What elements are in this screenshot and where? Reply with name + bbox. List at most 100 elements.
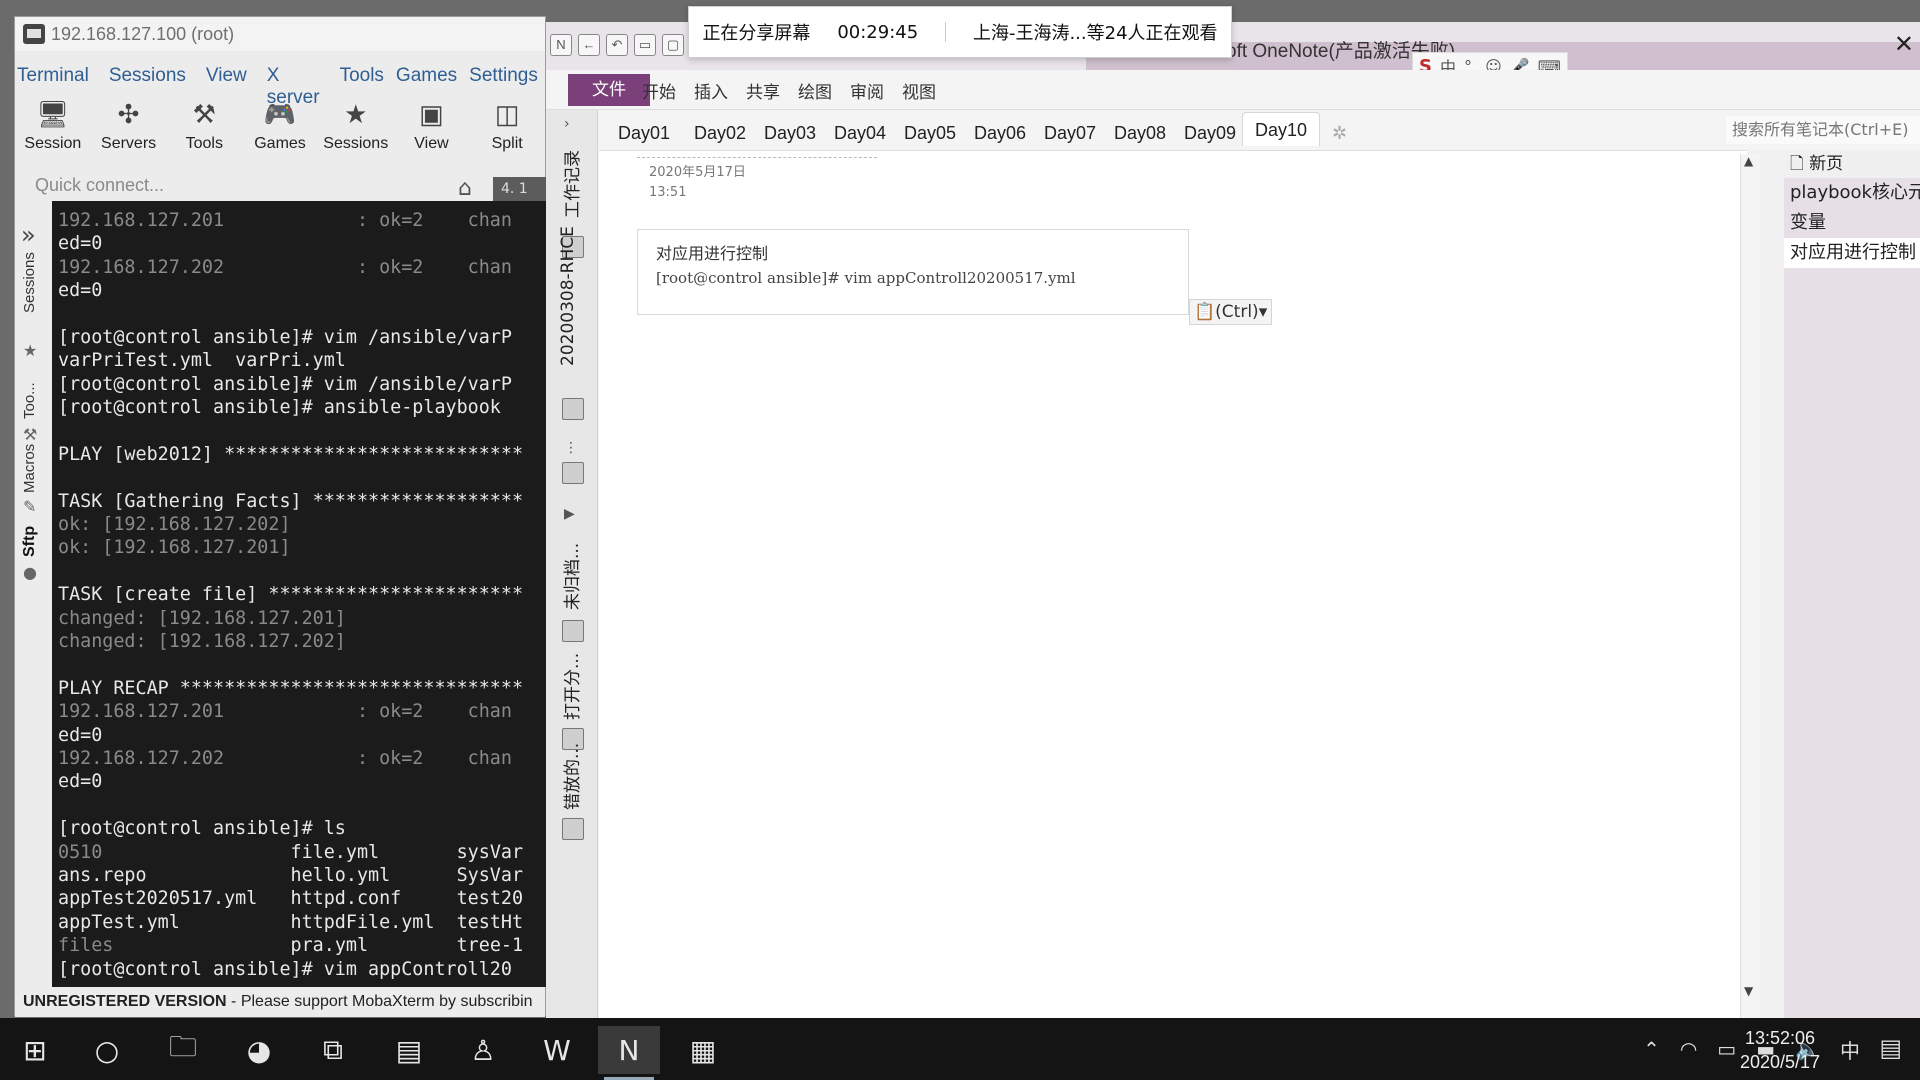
word-taskbar[interactable]: W — [526, 1026, 588, 1074]
moba-status-bar: UNREGISTERED VERSION - Please support Mo… — [15, 987, 545, 1017]
notebook-open-sections[interactable]: 打开分... — [558, 653, 583, 720]
new-page-button[interactable]: 🗋 新页 — [1784, 150, 1920, 178]
section-tab-day03[interactable]: Day03 — [752, 116, 828, 150]
close-icon[interactable]: ✕ — [1894, 30, 1914, 58]
section-tab-day07[interactable]: Day07 — [1032, 116, 1108, 150]
dock-icon[interactable]: ▭ — [634, 34, 656, 56]
add-section-icon[interactable]: ✲ — [1320, 116, 1359, 150]
page-date-time: 2020年5月17日 13:51 — [649, 163, 746, 203]
capture-taskbar[interactable]: ▦ — [672, 1026, 734, 1074]
tab-review[interactable]: 审阅 — [850, 78, 884, 103]
notebook-misplaced[interactable]: 错放的... — [558, 743, 583, 810]
app-taskbar[interactable]: ♙ — [452, 1026, 514, 1074]
tab-view[interactable]: 视图 — [902, 78, 936, 103]
vmware-taskbar[interactable]: ⧉ — [302, 1026, 364, 1074]
sessions-button[interactable]: ★ Sessions — [318, 95, 394, 167]
notebook-unfiled[interactable]: 未归档... — [558, 543, 583, 610]
wifi-icon[interactable]: ◠ — [1680, 1037, 1697, 1061]
onenote-taskbar[interactable]: N — [598, 1026, 660, 1080]
view-button[interactable]: ▣ View — [394, 95, 470, 167]
menu-games[interactable]: Games — [394, 65, 459, 91]
start-button[interactable]: ⊞ — [4, 1026, 66, 1074]
note-container[interactable]: 对应用进行控制 [root@control ansible]# vim appC… — [637, 229, 1189, 315]
mobaxterm-taskbar[interactable]: ▤ — [378, 1026, 440, 1074]
macros-side-icon: ✎ — [23, 497, 37, 516]
support-message[interactable]: - Please support MobaXterm by subscribin — [231, 993, 532, 1010]
expand-notebooks-icon[interactable]: › — [564, 116, 570, 132]
split-button[interactable]: ◫ Split — [469, 95, 545, 167]
screen-capture-icon: ▦ — [689, 1033, 717, 1067]
macros-side-tab[interactable]: Macros — [21, 444, 38, 493]
search-button[interactable]: ○ — [76, 1026, 138, 1074]
section-tab-day08[interactable]: Day08 — [1102, 116, 1178, 150]
note-page[interactable]: 2020年5月17日 13:51 对应用进行控制 [root@control a… — [599, 150, 1747, 1018]
share-viewers[interactable]: 上海-王海涛...等24人正在观看 — [973, 19, 1218, 45]
title-underline — [637, 157, 877, 158]
mobaxterm-window: 192.168.127.100 (root) Terminal Sessions… — [14, 16, 547, 1017]
menu-x-server[interactable]: X server — [265, 65, 322, 108]
split-icon: ◫ — [494, 98, 520, 129]
firefox-taskbar[interactable]: ◕ — [228, 1026, 290, 1074]
home-tab-icon[interactable]: ⌂ — [435, 173, 495, 203]
menu-sessions[interactable]: Sessions — [107, 65, 188, 91]
menu-view[interactable]: View — [204, 65, 249, 91]
tools-side-tab[interactable]: Too... — [21, 382, 38, 419]
expand-arrow-icon[interactable]: ▶ — [564, 506, 575, 522]
notification-center-icon[interactable]: ▤ — [1879, 1034, 1902, 1062]
menu-settings[interactable]: Settings — [467, 65, 540, 91]
section-tab-day04[interactable]: Day04 — [822, 116, 898, 150]
more-icon[interactable]: ⋮ — [564, 440, 578, 456]
tab-draw[interactable]: 绘图 — [798, 78, 832, 103]
fullpage-icon[interactable]: ▢ — [662, 34, 684, 56]
quick-connect-input[interactable]: Quick connect... — [15, 169, 395, 201]
ime-indicator[interactable]: 中 — [1840, 1035, 1860, 1064]
terminal-line: ed=0 — [58, 771, 103, 793]
note-command-text[interactable]: [root@control ansible]# vim appControll2… — [656, 266, 1188, 290]
menu-tools[interactable]: Tools — [338, 65, 386, 91]
tab-share[interactable]: 共享 — [746, 78, 780, 103]
search-notebooks-input[interactable]: 搜索所有笔记本(Ctrl+E) ⌕ — [1726, 116, 1920, 144]
taskbar-clock[interactable]: 13:52:06 2020/5/17 — [1728, 1026, 1832, 1074]
note-title-text[interactable]: 对应用进行控制 — [656, 242, 1188, 266]
sftp-side-tab[interactable]: Sftp — [21, 526, 39, 557]
page-scrollbar[interactable]: ▲ ▼ — [1740, 154, 1760, 1022]
tab-insert[interactable]: 插入 — [694, 78, 728, 103]
terminal-line: TASK [Gathering Facts] *****************… — [58, 490, 524, 512]
terminal-file-entries: file.yml sysVar — [102, 841, 524, 863]
menu-terminal[interactable]: Terminal — [15, 65, 91, 91]
terminal-line: changed: [192.168.127.202] — [58, 631, 346, 653]
undo-icon[interactable]: ↶ — [606, 34, 628, 56]
tab-home[interactable]: 开始 — [642, 78, 676, 103]
unfiled-icon — [562, 620, 584, 642]
section-tab-day01[interactable]: Day01 — [606, 116, 682, 150]
section-tab-day06[interactable]: Day06 — [962, 116, 1038, 150]
paste-options-button[interactable]: 📋(Ctrl)▾ — [1189, 299, 1273, 325]
back-icon[interactable]: ← — [578, 34, 600, 56]
servers-button[interactable]: ✣ Servers — [91, 95, 167, 167]
session-button[interactable]: 🖥 Session — [15, 95, 91, 167]
games-button[interactable]: 🎮 Games — [242, 95, 318, 167]
scroll-up-icon[interactable]: ▲ — [1744, 154, 1753, 168]
section-tab-day02[interactable]: Day02 — [682, 116, 758, 150]
notebook-rhce[interactable]: 20200308-RHCE — [558, 226, 578, 366]
terminal-line: PLAY RECAP *****************************… — [58, 677, 524, 699]
scroll-down-icon[interactable]: ▼ — [1744, 984, 1753, 998]
terminal-output[interactable]: 192.168.127.201 : ok=2 chan ed=0 192.168.1… — [52, 201, 547, 987]
sessions-side-tab[interactable]: Sessions — [21, 252, 38, 313]
moba-window-title: 192.168.127.100 (root) — [51, 23, 235, 44]
section-tab-day09[interactable]: Day09 — [1172, 116, 1248, 150]
notebook-work-record[interactable]: 工作记录 — [558, 150, 583, 218]
file-tab[interactable]: 文件 — [568, 74, 650, 106]
section-tab-day05[interactable]: Day05 — [892, 116, 968, 150]
page-item-variables[interactable]: 变量 — [1784, 208, 1920, 238]
show-hidden-icons-icon[interactable]: ⌃ — [1643, 1037, 1660, 1061]
mobaxterm-icon: ▤ — [395, 1033, 423, 1067]
section-tab-day10[interactable]: Day10 — [1242, 112, 1321, 146]
terminal-tab[interactable]: 4. 1 — [493, 177, 547, 201]
page-item-playbook[interactable]: playbook核心元 — [1784, 178, 1920, 208]
tools-button[interactable]: ⚒ Tools — [166, 95, 242, 167]
collapse-sidebar-icon[interactable]: » — [21, 221, 36, 249]
file-explorer-taskbar[interactable]: 🗀 — [152, 1026, 214, 1074]
page-item-app-control[interactable]: 对应用进行控制 — [1784, 238, 1920, 268]
